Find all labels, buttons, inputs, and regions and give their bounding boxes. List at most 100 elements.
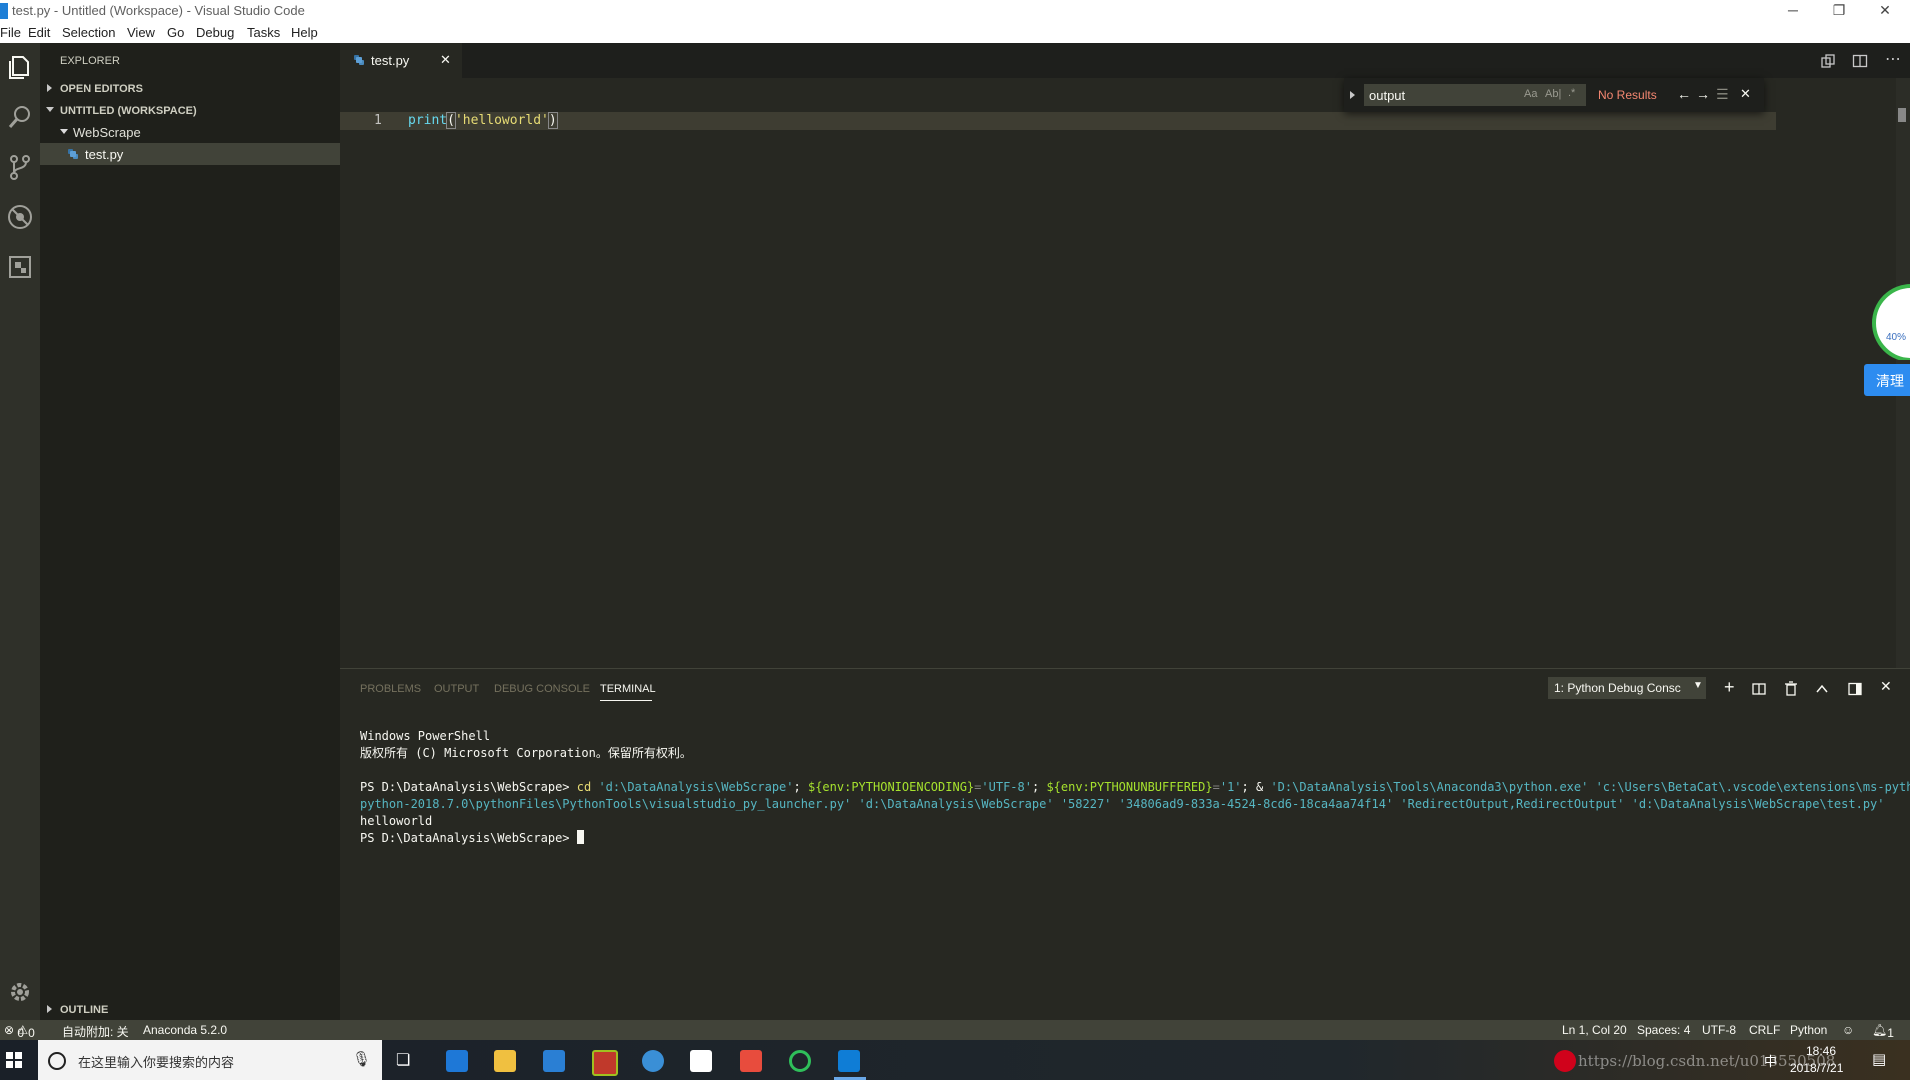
close-window-button[interactable]: ✕ xyxy=(1862,0,1908,22)
microphone-icon[interactable]: 🎙︎ xyxy=(352,1050,371,1068)
app-icon-red[interactable] xyxy=(592,1050,618,1076)
open-editors-header: OPEN EDITORS xyxy=(60,83,143,95)
interpreter-status[interactable]: Anaconda 5.2.0 xyxy=(143,1023,227,1037)
minimize-button[interactable]: ─ xyxy=(1770,0,1816,22)
open-changes-icon[interactable] xyxy=(1820,53,1836,69)
feedback-smiley-icon[interactable]: ☺ xyxy=(1842,1023,1854,1037)
activity-bar xyxy=(0,43,40,1020)
encoding-status[interactable]: UTF-8 xyxy=(1702,1023,1736,1037)
source-control-icon[interactable] xyxy=(4,151,36,183)
problems-status[interactable]: ⊗ 0 ⚠ 0 xyxy=(4,1023,35,1040)
task-view-icon[interactable]: ❏ xyxy=(396,1050,410,1070)
app-icon-multicolor[interactable] xyxy=(740,1050,762,1072)
bottom-panel: PROBLEMS OUTPUT DEBUG CONSOLE TERMINAL 1… xyxy=(340,668,1910,1021)
restore-button[interactable]: ❐ xyxy=(1816,0,1862,22)
line-number: 1 xyxy=(374,113,382,128)
terminal-output[interactable]: Windows PowerShell 版权所有 (C) Microsoft Cor… xyxy=(360,711,1910,847)
auto-attach-status[interactable]: 自动附加: 关 xyxy=(62,1023,129,1040)
tab-problems[interactable]: PROBLEMS xyxy=(360,683,421,695)
windows-start-icon[interactable] xyxy=(6,1052,22,1068)
toggle-replace-icon[interactable] xyxy=(1350,91,1355,99)
explorer-icon[interactable] xyxy=(4,51,36,83)
code-paren-close: ) xyxy=(547,112,558,129)
code-editor[interactable]: 1 print('helloworld') xyxy=(340,78,1910,668)
action-center-icon[interactable]: ▤ xyxy=(1872,1050,1886,1068)
vscode-taskbar-icon[interactable] xyxy=(838,1050,860,1072)
gear-icon[interactable] xyxy=(4,976,36,1008)
find-in-selection-icon[interactable]: ☰ xyxy=(1716,86,1729,103)
cmd-env: ${env:PYTHONUNBUFFERED} xyxy=(1046,780,1213,794)
taskbar-search-box[interactable]: 在这里输入你要搜索的内容 🎙︎ xyxy=(38,1040,382,1080)
clean-button[interactable]: 清理 xyxy=(1864,364,1910,396)
extensions-icon[interactable] xyxy=(4,251,36,283)
whole-word-icon[interactable]: Ab| xyxy=(1545,88,1561,100)
menu-view[interactable]: View xyxy=(127,25,155,40)
folder-label: WebScrape xyxy=(73,125,141,140)
cmd-equals: = xyxy=(1212,780,1220,794)
chevron-up-icon[interactable] xyxy=(1815,682,1829,696)
edge-browser-icon[interactable] xyxy=(446,1050,468,1072)
windows-taskbar: 在这里输入你要搜索的内容 🎙︎ ❏ https://blog.csdn.net/… xyxy=(0,1040,1910,1080)
chevron-down-icon: ▼ xyxy=(1693,680,1703,691)
match-case-icon[interactable]: Aa xyxy=(1524,88,1537,100)
code-function: print xyxy=(408,113,448,128)
monitor-gauge-icon xyxy=(1872,284,1910,360)
file-test-py[interactable]: test.py xyxy=(40,143,340,165)
menu-go[interactable]: Go xyxy=(167,25,184,40)
next-match-icon[interactable]: → xyxy=(1696,86,1710,102)
menu-debug[interactable]: Debug xyxy=(196,25,234,40)
new-terminal-icon[interactable]: + xyxy=(1724,677,1735,698)
terminal-command-line-wrap: python-2018.7.0\pythonFiles\PythonTools\… xyxy=(360,796,1905,813)
language-status[interactable]: Python xyxy=(1790,1023,1827,1037)
close-find-icon[interactable]: ✕ xyxy=(1740,86,1751,102)
find-input[interactable]: output Aa Ab| .* xyxy=(1364,84,1586,106)
clock-date[interactable]: 2018/7/21 xyxy=(1790,1061,1843,1075)
cursor-position[interactable]: Ln 1, Col 20 xyxy=(1562,1023,1627,1037)
menu-edit[interactable]: Edit xyxy=(28,25,50,40)
close-panel-icon[interactable]: ✕ xyxy=(1880,678,1892,695)
chevron-right-icon xyxy=(47,1005,52,1013)
store-icon[interactable] xyxy=(543,1050,565,1072)
menu-tasks[interactable]: Tasks xyxy=(247,25,280,40)
notifications-bell-icon[interactable]: 🔔︎ 1 xyxy=(1872,1023,1894,1040)
menu-help[interactable]: Help xyxy=(291,25,318,40)
tab-terminal[interactable]: TERMINAL xyxy=(600,683,656,695)
app-icon-green-ring[interactable] xyxy=(789,1050,811,1072)
previous-match-icon[interactable]: ← xyxy=(1677,86,1691,102)
tray-red-app-icon[interactable] xyxy=(1554,1050,1576,1072)
tab-output[interactable]: OUTPUT xyxy=(434,683,479,695)
chevron-down-icon xyxy=(46,107,54,112)
close-tab-icon[interactable]: ✕ xyxy=(440,52,451,68)
menu-selection[interactable]: Selection xyxy=(62,25,115,40)
eol-status[interactable]: CRLF xyxy=(1749,1023,1780,1037)
terminal-blank-line: ​ xyxy=(360,762,1905,779)
code-line[interactable]: print('helloworld') xyxy=(408,112,558,129)
terminal-prompt-line: PS D:\DataAnalysis\WebScrape> xyxy=(360,830,1905,847)
app-icon-blue-circle[interactable] xyxy=(642,1050,664,1072)
terminal-select[interactable]: 1: Python Debug Consc ▼ xyxy=(1548,677,1706,699)
regex-icon[interactable]: .* xyxy=(1568,87,1575,99)
floating-monitor-widget[interactable]: 40% xyxy=(1870,280,1910,360)
ime-indicator[interactable]: 中 xyxy=(1764,1051,1777,1070)
clock-time[interactable]: 18:46 xyxy=(1806,1044,1836,1058)
trash-icon[interactable] xyxy=(1784,681,1798,697)
scrollbar-thumb[interactable] xyxy=(1898,108,1906,122)
split-editor-icon[interactable] xyxy=(1852,53,1868,69)
folder-webscrape[interactable]: WebScrape xyxy=(40,121,340,143)
cmd-value: 'UTF-8' xyxy=(981,780,1032,794)
tab-test-py[interactable]: test.py ✕ xyxy=(340,43,462,78)
toggle-panel-position-icon[interactable] xyxy=(1848,682,1862,696)
find-input-value: output xyxy=(1369,88,1406,103)
mail-icon[interactable] xyxy=(690,1050,712,1072)
debug-icon[interactable] xyxy=(4,201,36,233)
file-explorer-icon[interactable] xyxy=(494,1050,516,1072)
tab-debug-console[interactable]: DEBUG CONSOLE xyxy=(494,683,590,695)
menu-file[interactable]: File xyxy=(0,25,21,40)
indentation-status[interactable]: Spaces: 4 xyxy=(1637,1023,1690,1037)
monitor-percent: 40% xyxy=(1886,332,1907,343)
search-icon[interactable] xyxy=(4,101,36,133)
workspace-header: UNTITLED (WORKSPACE) xyxy=(60,105,197,117)
split-terminal-icon[interactable] xyxy=(1752,682,1766,696)
more-actions-icon[interactable]: ⋯ xyxy=(1885,49,1901,69)
outline-header: OUTLINE xyxy=(60,1004,109,1016)
